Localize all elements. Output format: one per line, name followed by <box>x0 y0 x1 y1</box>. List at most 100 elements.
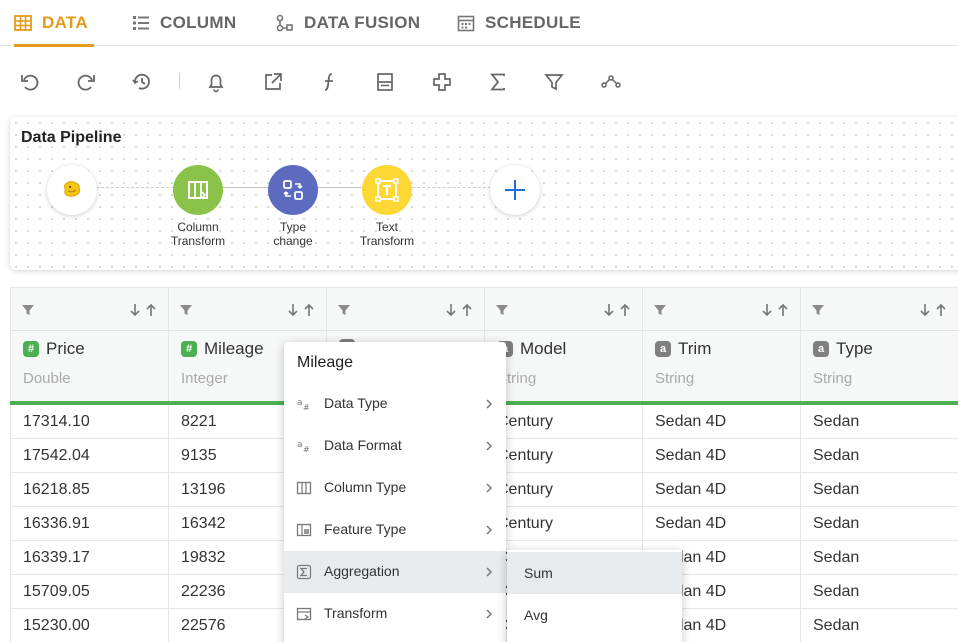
grid-column: a Type String Sedan Sedan Sedan Sedan Sedan Seda… <box>800 287 958 642</box>
data-format-icon: a # <box>297 440 310 454</box>
undo-icon <box>21 74 39 91</box>
filter-button[interactable] <box>542 70 566 94</box>
table-cell[interactable]: Century <box>485 473 642 507</box>
notification-button[interactable] <box>204 70 228 94</box>
svg-text:#: # <box>303 403 310 412</box>
cell-value: Sedan <box>813 617 860 634</box>
column-transform-icon <box>188 181 208 199</box>
table-cell[interactable]: Century <box>485 405 642 439</box>
column-data-type: Double <box>23 370 71 387</box>
table-cell[interactable]: Sedan <box>801 507 958 541</box>
table-cell[interactable]: Sedan 4D <box>643 405 800 439</box>
cell-value: Sedan <box>813 413 860 430</box>
feature-type-icon <box>296 523 312 537</box>
submenu-item-avg[interactable]: Avg <box>507 594 682 636</box>
table-cell[interactable]: Sedan <box>801 609 958 642</box>
pipeline-node-type-change[interactable] <box>268 165 318 215</box>
card-button[interactable] <box>373 70 397 94</box>
menu-item-feature-type[interactable]: Feature Type <box>284 509 506 551</box>
cell-value: 15709.05 <box>23 583 90 600</box>
menu-item-column-type[interactable]: Column Type <box>284 467 506 509</box>
pipeline-connector <box>222 187 272 188</box>
column-filter-bar <box>327 287 484 331</box>
data-pipeline-panel: Data Pipeline Column Transform Type change… <box>10 117 958 270</box>
sort-icon[interactable] <box>760 303 790 317</box>
graph-button[interactable] <box>599 70 623 94</box>
menu-item-label: Aggregation <box>324 563 400 579</box>
add-step-button[interactable] <box>490 165 540 215</box>
type-change-icon <box>283 180 303 200</box>
menu-item-data-type[interactable]: a # Data Type <box>284 383 506 425</box>
submenu-item-label: Avg <box>524 607 548 623</box>
cell-value: 16218.85 <box>23 481 90 498</box>
table-cell[interactable]: Sedan <box>801 405 958 439</box>
toolbar <box>0 60 958 104</box>
filter-icon[interactable] <box>179 303 193 317</box>
table-cell[interactable]: Century <box>485 439 642 473</box>
undo-button[interactable] <box>18 70 42 94</box>
tab-bar: DATA COLUMN DATA FUSION SCHEDULE <box>0 0 958 47</box>
pipeline-node-label: Column Transform <box>170 220 226 248</box>
cell-value: Sedan <box>813 583 860 600</box>
table-cell[interactable]: Sedan 4D <box>643 507 800 541</box>
table-cell[interactable]: 15230.00 <box>11 609 168 642</box>
numeric-type-icon: # <box>23 341 39 357</box>
graph-icon <box>601 75 621 88</box>
numeric-type-icon: # <box>181 341 197 357</box>
filter-icon[interactable] <box>495 303 509 317</box>
sort-icon[interactable] <box>286 303 316 317</box>
table-cell[interactable]: Sedan <box>801 439 958 473</box>
menu-item-aggregation[interactable]: Aggregation <box>284 551 506 593</box>
pipeline-node-text-transform[interactable] <box>362 165 412 215</box>
submenu-item-sum[interactable]: Sum <box>507 552 682 594</box>
chevron-right-icon <box>486 609 493 619</box>
svg-text:#: # <box>303 445 310 454</box>
table-cell[interactable]: Sedan <box>801 541 958 575</box>
menu-item-transform[interactable]: Transform <box>284 593 506 635</box>
filter-icon[interactable] <box>653 303 667 317</box>
table-cell[interactable]: Sedan <box>801 575 958 609</box>
table-cell[interactable]: Century <box>485 507 642 541</box>
cell-value: 22236 <box>181 583 226 600</box>
chevron-right-icon <box>486 525 493 535</box>
sort-icon[interactable] <box>918 303 948 317</box>
table-cell[interactable]: 17542.04 <box>11 439 168 473</box>
cell-value: 16342 <box>181 515 226 532</box>
function-button[interactable] <box>317 70 341 94</box>
python-icon <box>63 181 81 197</box>
column-data-type: Integer <box>181 370 228 387</box>
tab-schedule[interactable]: SCHEDULE <box>457 0 581 46</box>
cell-value: 17542.04 <box>23 447 90 464</box>
tab-data-fusion[interactable]: DATA FUSION <box>276 0 420 46</box>
filter-icon[interactable] <box>337 303 351 317</box>
aggregate-button[interactable] <box>486 70 510 94</box>
sort-icon[interactable] <box>602 303 632 317</box>
column-filter-bar <box>11 287 168 331</box>
column-name-label: Price <box>46 339 85 358</box>
table-cell[interactable]: 16218.85 <box>11 473 168 507</box>
filter-icon[interactable] <box>21 303 35 317</box>
filter-icon[interactable] <box>811 303 825 317</box>
tab-data[interactable]: DATA <box>14 0 94 47</box>
cell-value: 19832 <box>181 549 226 566</box>
table-cell[interactable]: Sedan 4D <box>643 473 800 507</box>
tab-column[interactable]: COLUMN <box>132 0 236 46</box>
table-cell[interactable]: 15709.05 <box>11 575 168 609</box>
sort-icon[interactable] <box>444 303 474 317</box>
export-button[interactable] <box>261 70 285 94</box>
sort-icon[interactable] <box>128 303 158 317</box>
history-button[interactable] <box>130 70 154 94</box>
pipeline-node-column-transform[interactable] <box>173 165 223 215</box>
table-cell[interactable]: 17314.10 <box>11 405 168 439</box>
pipeline-node-source[interactable] <box>47 165 97 215</box>
redo-button[interactable] <box>74 70 98 94</box>
function-icon <box>324 73 333 91</box>
table-cell[interactable]: Sedan <box>801 473 958 507</box>
menu-item-data-format[interactable]: a # Data Format <box>284 425 506 467</box>
menu-item-label: Transform <box>324 605 388 621</box>
plugin-button[interactable] <box>430 70 454 94</box>
table-cell[interactable]: 16336.91 <box>11 507 168 541</box>
table-cell[interactable]: 16339.17 <box>11 541 168 575</box>
table-cell[interactable]: Sedan 4D <box>643 439 800 473</box>
table-icon <box>14 15 32 31</box>
